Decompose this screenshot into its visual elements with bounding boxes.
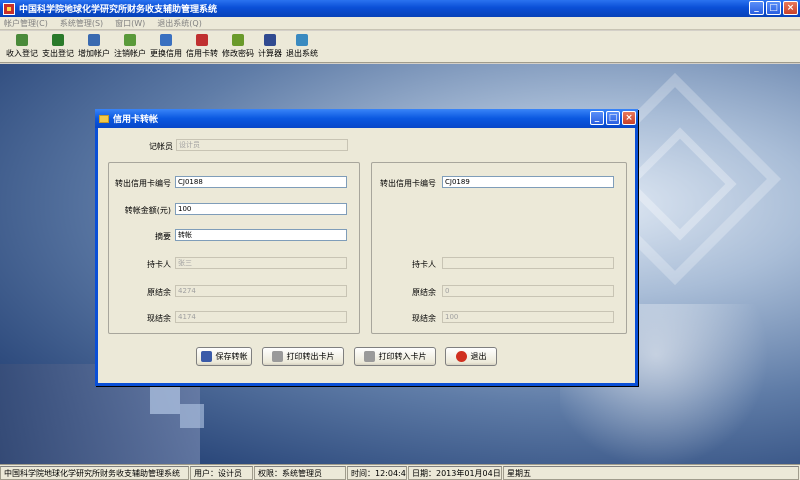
in-curr-balance-label: 现结余 [412,314,436,323]
app-icon [3,2,15,15]
in-holder-label: 持卡人 [412,260,436,269]
toolbar-credit-transfer-button[interactable]: 信用卡转 [184,34,220,62]
change-credit-icon [160,34,172,46]
app-title-bar: 中国科学院地球化学研究所财务收支辅助管理系统 _ □ × [0,0,800,17]
amount-label: 转帐金额(元) [124,206,171,215]
expense-register-icon [52,34,64,46]
status-bar: 中国科学院地球化学研究所财务收支辅助管理系统 用户：设计员 权限：系统管理员 时… [0,464,800,480]
status-date: 日期：2013年01月04日 [408,465,502,480]
in-card-label: 转出信用卡编号 [380,179,436,188]
summary-label: 摘要 [155,232,171,241]
out-holder-field: 张三 [175,257,347,269]
in-orig-balance-label: 原结余 [412,288,436,297]
credit-transfer-icon [196,34,208,46]
printer-icon [271,351,283,362]
status-weekday: 星期五 [503,465,799,480]
maximize-button[interactable]: □ [766,1,781,15]
dialog-title: 信用卡转帐 [113,115,159,125]
toolbar-exit-system-button[interactable]: 退出系统 [284,34,320,62]
summary-input[interactable]: 转帐 [175,229,347,241]
menu-account[interactable]: 帐户管理(C) [4,18,48,29]
transfer-dialog: 信用卡转帐 _ □ × 记帐员 设计员 转出信用卡编号 CJ0188 转帐金额(… [95,109,638,386]
toolbar-cancel-account-button[interactable]: 注销帐户 [112,34,148,62]
out-curr-balance-label: 现结余 [147,314,171,323]
exit-button[interactable]: 退出 [445,347,497,366]
dialog-title-bar[interactable]: 信用卡转帐 _ □ × [95,109,638,128]
toolbar-calculator-button[interactable]: 计算器 [256,34,284,62]
toolbar: 收入登记 支出登记 增加帐户 注销帐户 更换信用 信用卡转 修改密码 计算器 退出系统 [0,31,800,63]
menu-exit[interactable]: 退出系统(Q) [157,18,202,29]
print-in-card-button[interactable]: 打印转入卡片 [354,347,436,366]
out-orig-balance-field: 4274 [175,285,347,297]
calculator-icon [264,34,276,46]
dialog-close-button[interactable]: × [622,111,636,125]
status-time: 时间：12:04:40 [347,465,407,480]
power-icon [455,351,467,362]
dialog-minimize-button[interactable]: _ [590,111,604,125]
transfer-in-group: 转出信用卡编号 CJ0189 持卡人 原结余 0 现结余 100 [371,162,627,334]
status-app: 中国科学院地球化学研究所财务收支辅助管理系统 [0,465,189,480]
in-curr-balance-field: 100 [442,311,614,323]
dialog-maximize-button[interactable]: □ [606,111,620,125]
in-card-input[interactable]: CJ0189 [442,176,614,188]
toolbar-expense-register-button[interactable]: 支出登记 [40,34,76,62]
menu-system[interactable]: 系统管理(S) [60,18,103,29]
print-out-card-button[interactable]: 打印转出卡片 [262,347,344,366]
out-orig-balance-label: 原结余 [147,288,171,297]
menu-window[interactable]: 窗口(W) [115,18,145,29]
floppy-icon [200,351,212,362]
in-holder-field [442,257,614,269]
save-transfer-button[interactable]: 保存转帐 [196,347,252,366]
amount-input[interactable]: 100 [175,203,347,215]
cancel-account-icon [124,34,136,46]
out-holder-label: 持卡人 [147,260,171,269]
out-card-input[interactable]: CJ0188 [175,176,347,188]
menu-bar: 帐户管理(C) 系统管理(S) 窗口(W) 退出系统(Q) [0,17,800,30]
out-card-label: 转出信用卡编号 [115,179,171,188]
toolbar-add-account-button[interactable]: 增加帐户 [76,34,112,62]
minimize-button[interactable]: _ [749,1,764,15]
income-register-icon [16,34,28,46]
add-account-icon [88,34,100,46]
toolbar-change-password-button[interactable]: 修改密码 [220,34,256,62]
change-password-icon [232,34,244,46]
status-user: 用户：设计员 [190,465,253,480]
status-permission: 权限：系统管理员 [254,465,346,480]
app-title: 中国科学院地球化学研究所财务收支辅助管理系统 [19,5,218,15]
printer-icon [363,351,375,362]
exit-system-icon [296,34,308,46]
toolbar-change-credit-button[interactable]: 更换信用 [148,34,184,62]
toolbar-income-register-button[interactable]: 收入登记 [4,34,40,62]
recorder-label: 记帐员 [149,142,173,151]
folder-icon [99,114,109,123]
in-orig-balance-field: 0 [442,285,614,297]
transfer-out-group: 转出信用卡编号 CJ0188 转帐金额(元) 100 摘要 转帐 持卡人 张三 … [108,162,360,334]
out-curr-balance-field: 4174 [175,311,347,323]
close-button[interactable]: × [783,1,798,15]
recorder-field: 设计员 [176,139,348,151]
